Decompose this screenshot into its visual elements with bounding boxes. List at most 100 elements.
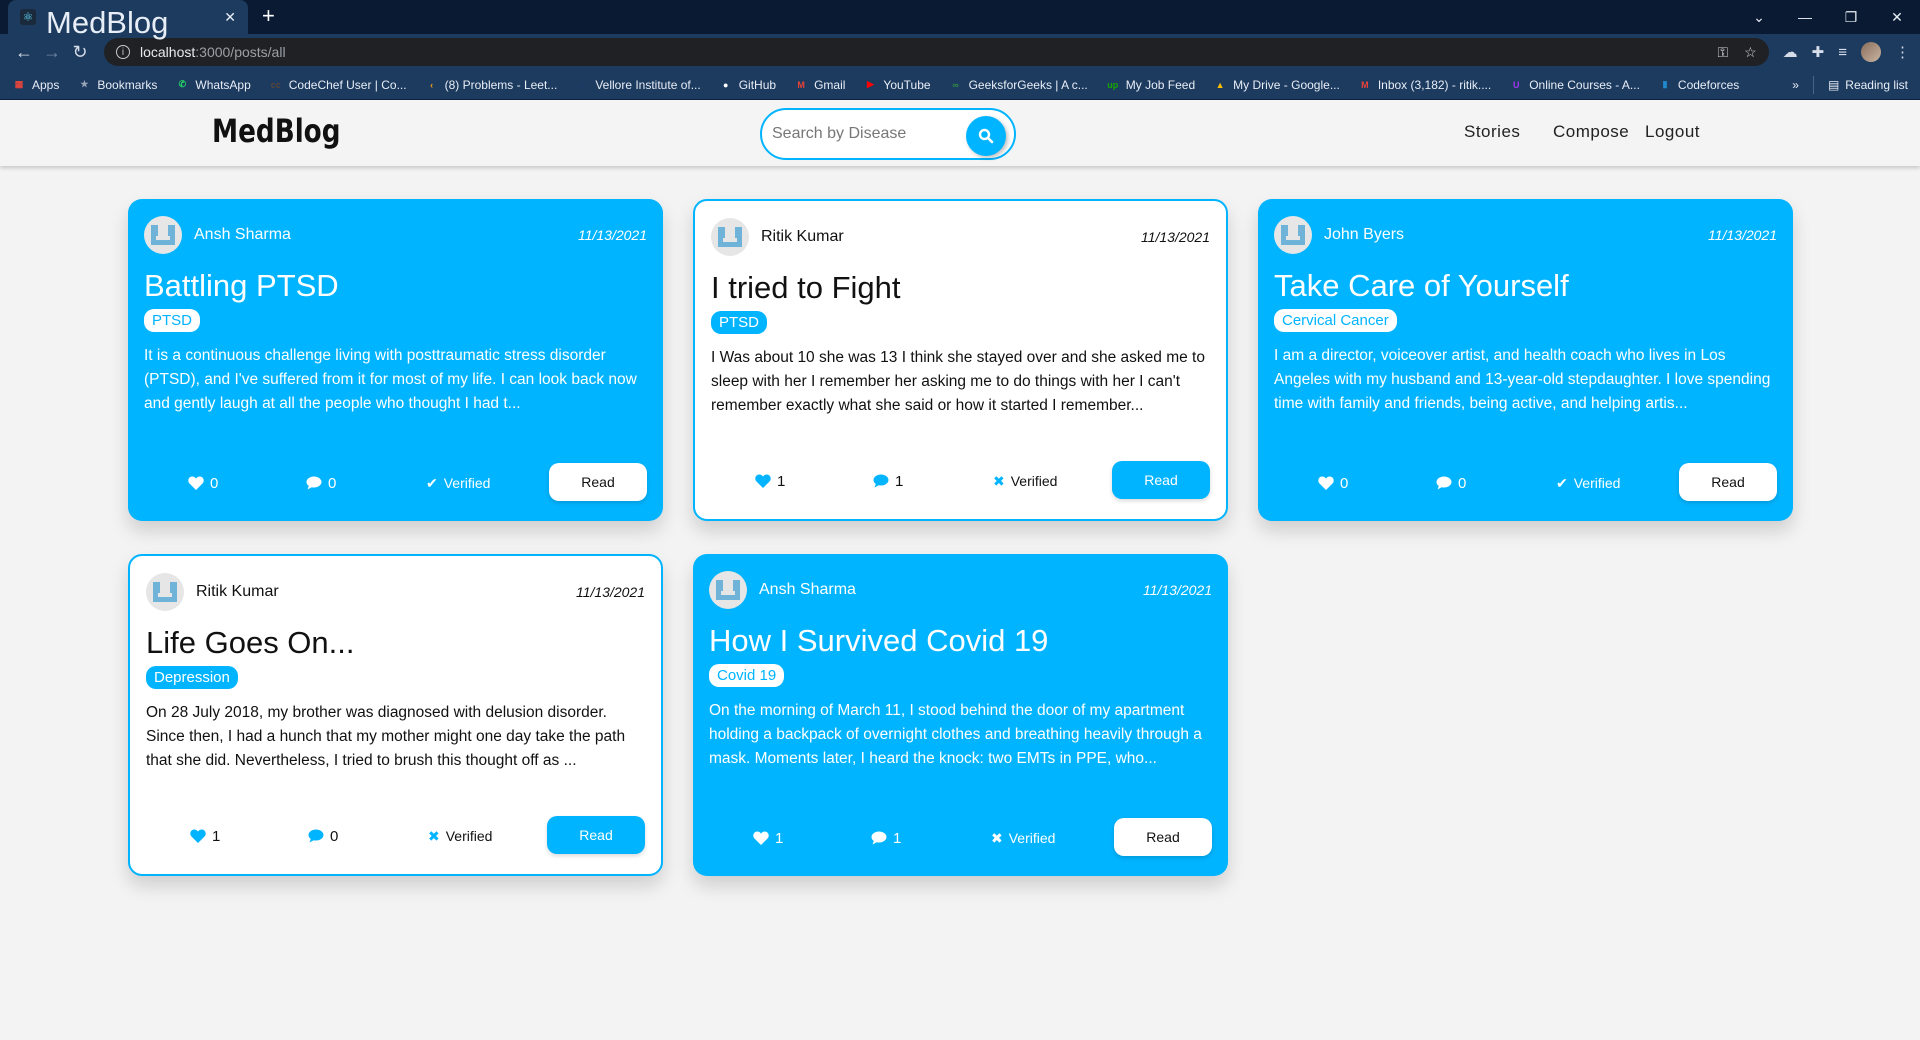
check-icon: ✔ [426,474,438,491]
restore-button[interactable]: ❐ [1828,9,1874,26]
verified-status: ✖ Verified [991,830,1055,847]
disease-tag[interactable]: Covid 19 [709,664,785,687]
minimize-button[interactable]: — [1782,9,1828,25]
bookmark-item[interactable]: ‹ (8) Problems - Leet... [425,77,558,92]
bookmark-label: Vellore Institute of... [595,77,701,92]
post-date: 11/13/2021 [575,584,645,600]
verified-label: Verified [443,475,491,491]
verified-status: ✔ Verified [426,475,490,492]
bookmark-item[interactable]: U Online Courses - A... [1509,78,1640,92]
profile-avatar[interactable] [1861,42,1881,62]
bookmark-label: Inbox (3,182) - ritik.... [1377,77,1492,92]
disease-tag[interactable]: PTSD [711,311,768,334]
verified-label: Verified [1010,473,1058,489]
brand-logo[interactable]: MedBlog [212,112,340,150]
menu-kebab-icon[interactable]: ⋮ [1895,43,1910,61]
likes-stat[interactable]: 1 [190,828,220,845]
read-button[interactable]: Read [1112,461,1210,499]
password-key-icon[interactable]: ⚿ [1717,44,1728,61]
heart-icon [188,476,204,490]
tab-close-icon[interactable]: ✕ [224,9,236,26]
disease-tag[interactable]: Cervical Cancer [1274,309,1397,332]
bookmark-star-icon[interactable]: ☆ [1744,44,1757,61]
bookmark-item[interactable]: ● GitHub [719,78,776,92]
read-button[interactable]: Read [1114,818,1212,856]
bookmark-item[interactable]: ▦ Apps [12,78,60,92]
likes-count: 1 [777,472,786,490]
author-avatar [711,218,749,256]
comments-stat[interactable]: 1 [871,830,901,847]
verified-status: ✖ Verified [428,828,492,845]
x-icon: ✖ [993,472,1005,489]
url-path: :3000/posts/all [195,44,286,60]
bookmark-item[interactable]: cc CodeChef User | Co... [269,78,407,92]
post-date: 11/13/2021 [577,227,647,243]
browser-tab-strip: ⚛ MedBlog ✕ + ⌄ — ❐ ✕ [0,0,1920,40]
posts-grid: Ansh Sharma 11/13/2021 Battling PTSD PTS… [128,199,1793,876]
post-author: John Byers [1324,226,1405,243]
gmail-icon: M [1361,79,1369,90]
url-host: localhost [140,44,196,60]
bookmark-item[interactable]: ▮ Codeforces [1658,78,1739,92]
comments-stat[interactable]: 0 [306,475,336,492]
tab-search-icon[interactable]: ⌄ [1736,9,1782,26]
comments-stat[interactable]: 1 [873,473,903,490]
bookmark-label: (8) Problems - Leet... [444,77,558,92]
comments-stat[interactable]: 0 [1436,475,1466,492]
media-queue-icon[interactable]: ≡ [1838,44,1847,61]
nav-stories[interactable]: Stories [1464,122,1520,142]
github-icon: ● [723,79,729,90]
udemy-icon: U [1512,79,1520,90]
heart-icon [755,474,771,488]
search-button[interactable] [966,116,1006,156]
post-author: Ansh Sharma [759,581,856,598]
bookmarks-overflow-button[interactable]: » [1792,78,1799,92]
forward-button[interactable]: → [38,42,66,63]
bookmark-item[interactable]: M Gmail [794,78,845,92]
extension-icon[interactable]: ☁ [1783,43,1798,61]
bookmark-label: CodeChef User | Co... [288,77,407,92]
search-input[interactable] [772,125,962,143]
likes-stat[interactable]: 0 [188,475,218,492]
extensions-area: ☁ ✚ ≡ ⋮ [1783,42,1910,62]
read-button[interactable]: Read [1679,463,1777,501]
site-info-icon[interactable]: i [116,45,130,59]
nav-logout[interactable]: Logout [1645,122,1700,142]
bookmark-item[interactable]: ▶ YouTube [863,78,931,92]
bookmark-item[interactable]: ▲ My Drive - Google... [1213,78,1340,92]
window-controls: ⌄ — ❐ ✕ [1736,0,1920,34]
close-window-button[interactable]: ✕ [1874,9,1920,26]
apps-grid-icon: ▦ [14,79,24,89]
reading-list-button[interactable]: ▤ Reading list [1828,78,1908,92]
browser-tab[interactable]: ⚛ MedBlog ✕ [8,0,248,40]
read-button[interactable]: Read [547,816,645,854]
verified-status: ✔ Verified [1556,475,1620,492]
nav-compose[interactable]: Compose [1553,122,1629,142]
likes-stat[interactable]: 1 [753,830,783,847]
puzzle-extensions-icon[interactable]: ✚ [1812,43,1825,61]
post-card: Ansh Sharma 11/13/2021 How I Survived Co… [693,554,1228,876]
bookmark-item[interactable]: ◌ Vellore Institute of... [575,77,701,92]
likes-count: 1 [212,827,221,845]
comments-stat[interactable]: 0 [308,828,338,845]
bookmark-item[interactable]: M Inbox (3,182) - ritik.... [1358,78,1491,92]
disease-tag[interactable]: Depression [146,666,238,689]
likes-stat[interactable]: 1 [755,473,785,490]
search-box [760,108,1016,160]
likes-stat[interactable]: 0 [1318,475,1348,492]
leetcode-icon: ‹ [430,79,434,90]
back-button[interactable]: ← [10,42,38,63]
bookmark-item[interactable]: ★ Bookmarks [77,78,157,92]
bookmark-item[interactable]: ∞ GeeksforGeeks | A c... [949,78,1087,92]
post-date: 11/13/2021 [1142,582,1212,598]
new-tab-button[interactable]: + [262,5,275,27]
address-bar[interactable]: i localhost:3000/posts/all ⚿ ☆ [104,38,1769,66]
bookmark-item[interactable]: up My Job Feed [1106,78,1195,92]
post-card: Ansh Sharma 11/13/2021 Battling PTSD PTS… [128,199,663,521]
bookmark-item[interactable]: ✆ WhatsApp [175,78,251,92]
reading-list-icon: ▤ [1827,77,1840,92]
reload-button[interactable]: ↻ [66,42,94,63]
post-title: I tried to Fight [711,270,901,305]
disease-tag[interactable]: PTSD [144,309,201,332]
read-button[interactable]: Read [549,463,647,501]
